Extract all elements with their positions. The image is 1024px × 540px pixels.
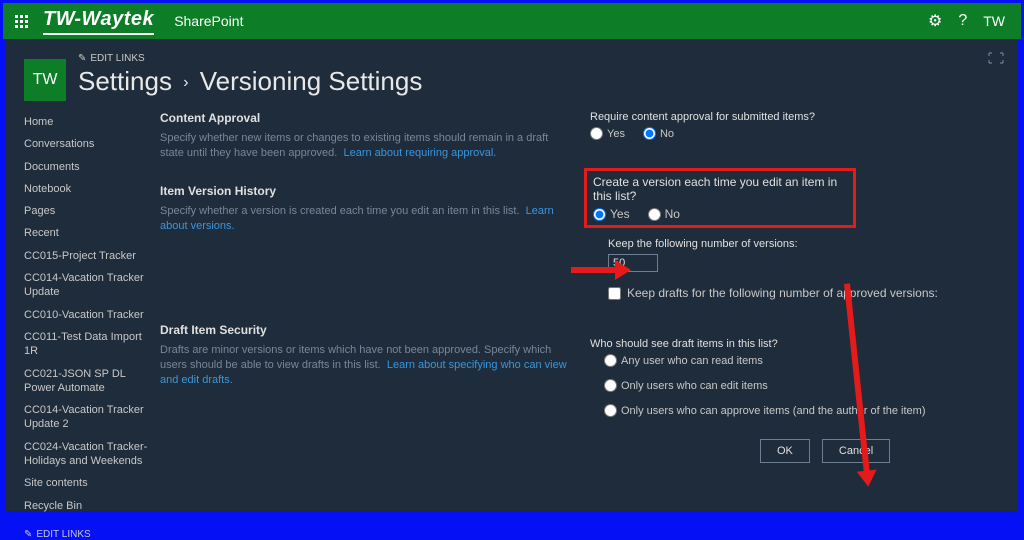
nav-item[interactable]: CC014-Vacation Tracker Update 2 [24,399,154,436]
control-label: Create a version each time you edit an i… [593,175,847,203]
nav-item[interactable]: Conversations [24,133,154,155]
focus-mode-icon[interactable] [988,51,1004,67]
help-icon[interactable]: ? [958,12,967,30]
learn-link[interactable]: Learn about requiring approval. [343,147,496,159]
highlighted-create-version: Create a version each time you edit an i… [584,168,856,228]
nav-item[interactable]: CC011-Test Data Import 1R [24,326,154,363]
suite-bar: TW-Waytek SharePoint ⚙ ? TW [3,3,1021,39]
checkbox-label: Keep drafts for the following number of … [627,286,938,300]
nav-item[interactable]: Pages [24,200,154,222]
pencil-icon: ✎ [24,529,32,540]
radio-yes[interactable]: Yes [590,127,625,140]
cancel-button[interactable]: Cancel [822,439,890,463]
radio-approve-users[interactable]: Only users who can approve items (and th… [604,404,1000,417]
nav-item[interactable]: CC014-Vacation Tracker Update [24,267,154,304]
user-avatar[interactable]: TW [983,13,1005,29]
control-label: Keep the following number of versions: [608,238,1000,250]
section-title: Item Version History [160,184,570,198]
keep-versions-group: Keep the following number of versions: [608,238,1000,272]
page-header: TW ✎ EDIT LINKS Settings › Versioning Se… [6,39,1018,101]
section-desc: Specify whether a version is created eac… [160,204,570,235]
keep-drafts-checkbox[interactable]: Keep drafts for the following number of … [608,286,1000,300]
nav-item[interactable]: Notebook [24,178,154,200]
app-launcher-icon[interactable] [11,11,31,31]
gear-icon[interactable]: ⚙ [928,11,942,31]
section-title: Draft Item Security [160,323,570,337]
nav-item[interactable]: CC024-Vacation Tracker- Holidays and Wee… [24,436,154,473]
breadcrumb-page: Versioning Settings [200,66,423,96]
chevron-right-icon: › [183,74,188,91]
control-label: Who should see draft items in this list? [590,338,1000,350]
nav-item[interactable]: CC021-JSON SP DL Power Automate [24,363,154,400]
radio-any-user[interactable]: Any user who can read items [604,354,1000,367]
edit-links-bottom[interactable]: ✎ EDIT LINKS [24,529,154,540]
nav-item[interactable]: CC015-Project Tracker [24,245,154,267]
require-approval-group: Require content approval for submitted i… [590,111,1000,140]
nav-item[interactable]: CC010-Vacation Tracker [24,304,154,326]
draft-visibility-group: Who should see draft items in this list?… [590,338,1000,417]
nav-item[interactable]: Site contents [24,472,154,494]
breadcrumb: Settings › Versioning Settings [78,66,422,97]
control-label: Require content approval for submitted i… [590,111,1000,123]
tenant-brand[interactable]: TW-Waytek [43,8,154,35]
app-name[interactable]: SharePoint [174,13,243,29]
site-tile[interactable]: TW [24,59,66,101]
section-version-history: Item Version History Specify whether a v… [160,184,570,235]
section-content-approval: Content Approval Specify whether new ite… [160,111,570,162]
radio-edit-users[interactable]: Only users who can edit items [604,379,1000,392]
annotation-arrow-left [571,264,631,276]
radio-yes[interactable]: Yes [593,207,630,221]
edit-links-label: EDIT LINKS [36,529,90,540]
quick-launch-nav: Home Conversations Documents Notebook Pa… [24,111,154,540]
breadcrumb-settings[interactable]: Settings [78,66,172,96]
section-draft-security: Draft Item Security Drafts are minor ver… [160,323,570,389]
section-desc: Drafts are minor versions or items which… [160,343,570,389]
radio-no[interactable]: No [648,207,680,221]
nav-item[interactable]: Documents [24,156,154,178]
section-title: Content Approval [160,111,570,125]
edit-links-label: EDIT LINKS [90,53,144,64]
pencil-icon: ✎ [78,53,86,64]
nav-item[interactable]: Recent [24,222,154,244]
section-desc: Specify whether new items or changes to … [160,131,570,162]
nav-item[interactable]: Home [24,111,154,133]
edit-links-top[interactable]: ✎ EDIT LINKS [78,53,422,64]
ok-button[interactable]: OK [760,439,810,463]
radio-no[interactable]: No [643,127,674,140]
nav-item[interactable]: Recycle Bin [24,495,154,517]
